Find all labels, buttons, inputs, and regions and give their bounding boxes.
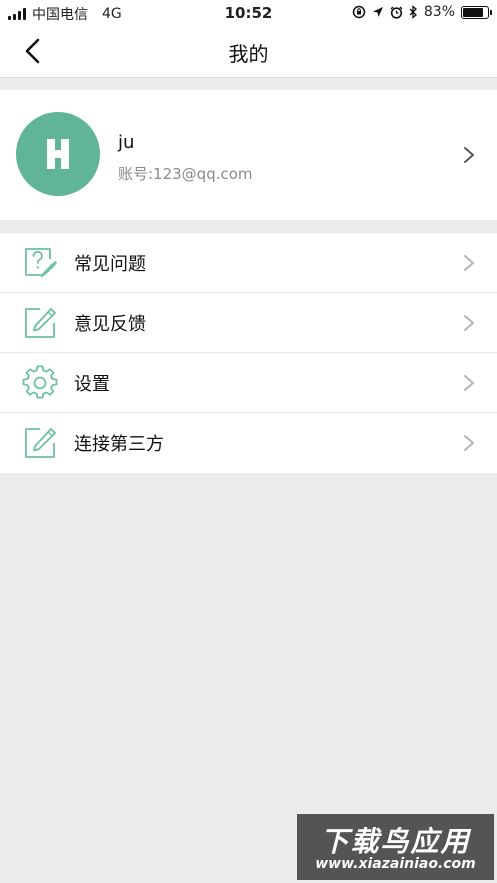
watermark-title: 下载鸟应用 bbox=[320, 825, 471, 858]
alarm-icon bbox=[390, 6, 403, 19]
menu-item-label: 意见反馈 bbox=[74, 314, 146, 335]
menu-item-feedback[interactable]: 意见反馈 bbox=[0, 293, 497, 353]
page-title: 我的 bbox=[228, 42, 269, 66]
chevron-right-icon bbox=[464, 255, 474, 271]
chevron-right-icon bbox=[464, 375, 474, 391]
avatar bbox=[16, 112, 100, 196]
faq-icon bbox=[25, 248, 57, 278]
chevron-right-icon bbox=[464, 315, 474, 331]
orientation-lock-icon bbox=[352, 5, 366, 19]
menu-list: 常见问题 意见反馈 设置 连接第三方 bbox=[0, 233, 497, 473]
location-arrow-icon bbox=[372, 7, 383, 17]
profile-account: 账号:123@qq.com bbox=[118, 165, 253, 183]
menu-item-label: 设置 bbox=[74, 374, 110, 395]
menu-item-label: 常见问题 bbox=[74, 254, 146, 275]
watermark: 下载鸟应用 www.xiazainiao.com bbox=[297, 814, 494, 880]
gear-icon bbox=[22, 365, 58, 399]
menu-item-connect-third-party[interactable]: 连接第三方 bbox=[0, 413, 497, 473]
chevron-right-icon bbox=[464, 147, 474, 163]
edit-icon bbox=[25, 308, 56, 338]
status-bar: 中国电信 4G 10:52 83% bbox=[0, 0, 497, 26]
nav-bar: 我的 bbox=[0, 26, 497, 78]
profile-name: ju bbox=[118, 132, 135, 153]
bluetooth-icon bbox=[409, 5, 417, 19]
chevron-right-icon bbox=[464, 435, 474, 451]
menu-item-faq[interactable]: 常见问题 bbox=[0, 233, 497, 293]
menu-item-settings[interactable]: 设置 bbox=[0, 353, 497, 413]
status-right: 83% bbox=[352, 4, 492, 20]
edit-icon bbox=[25, 428, 56, 458]
watermark-url: www.xiazainiao.com bbox=[315, 856, 476, 872]
battery-icon bbox=[461, 5, 492, 19]
battery-percent: 83% bbox=[423, 4, 455, 20]
avatar-letter-icon bbox=[47, 139, 69, 169]
profile-card[interactable]: ju 账号:123@qq.com bbox=[0, 90, 497, 220]
menu-item-label: 连接第三方 bbox=[74, 434, 164, 455]
